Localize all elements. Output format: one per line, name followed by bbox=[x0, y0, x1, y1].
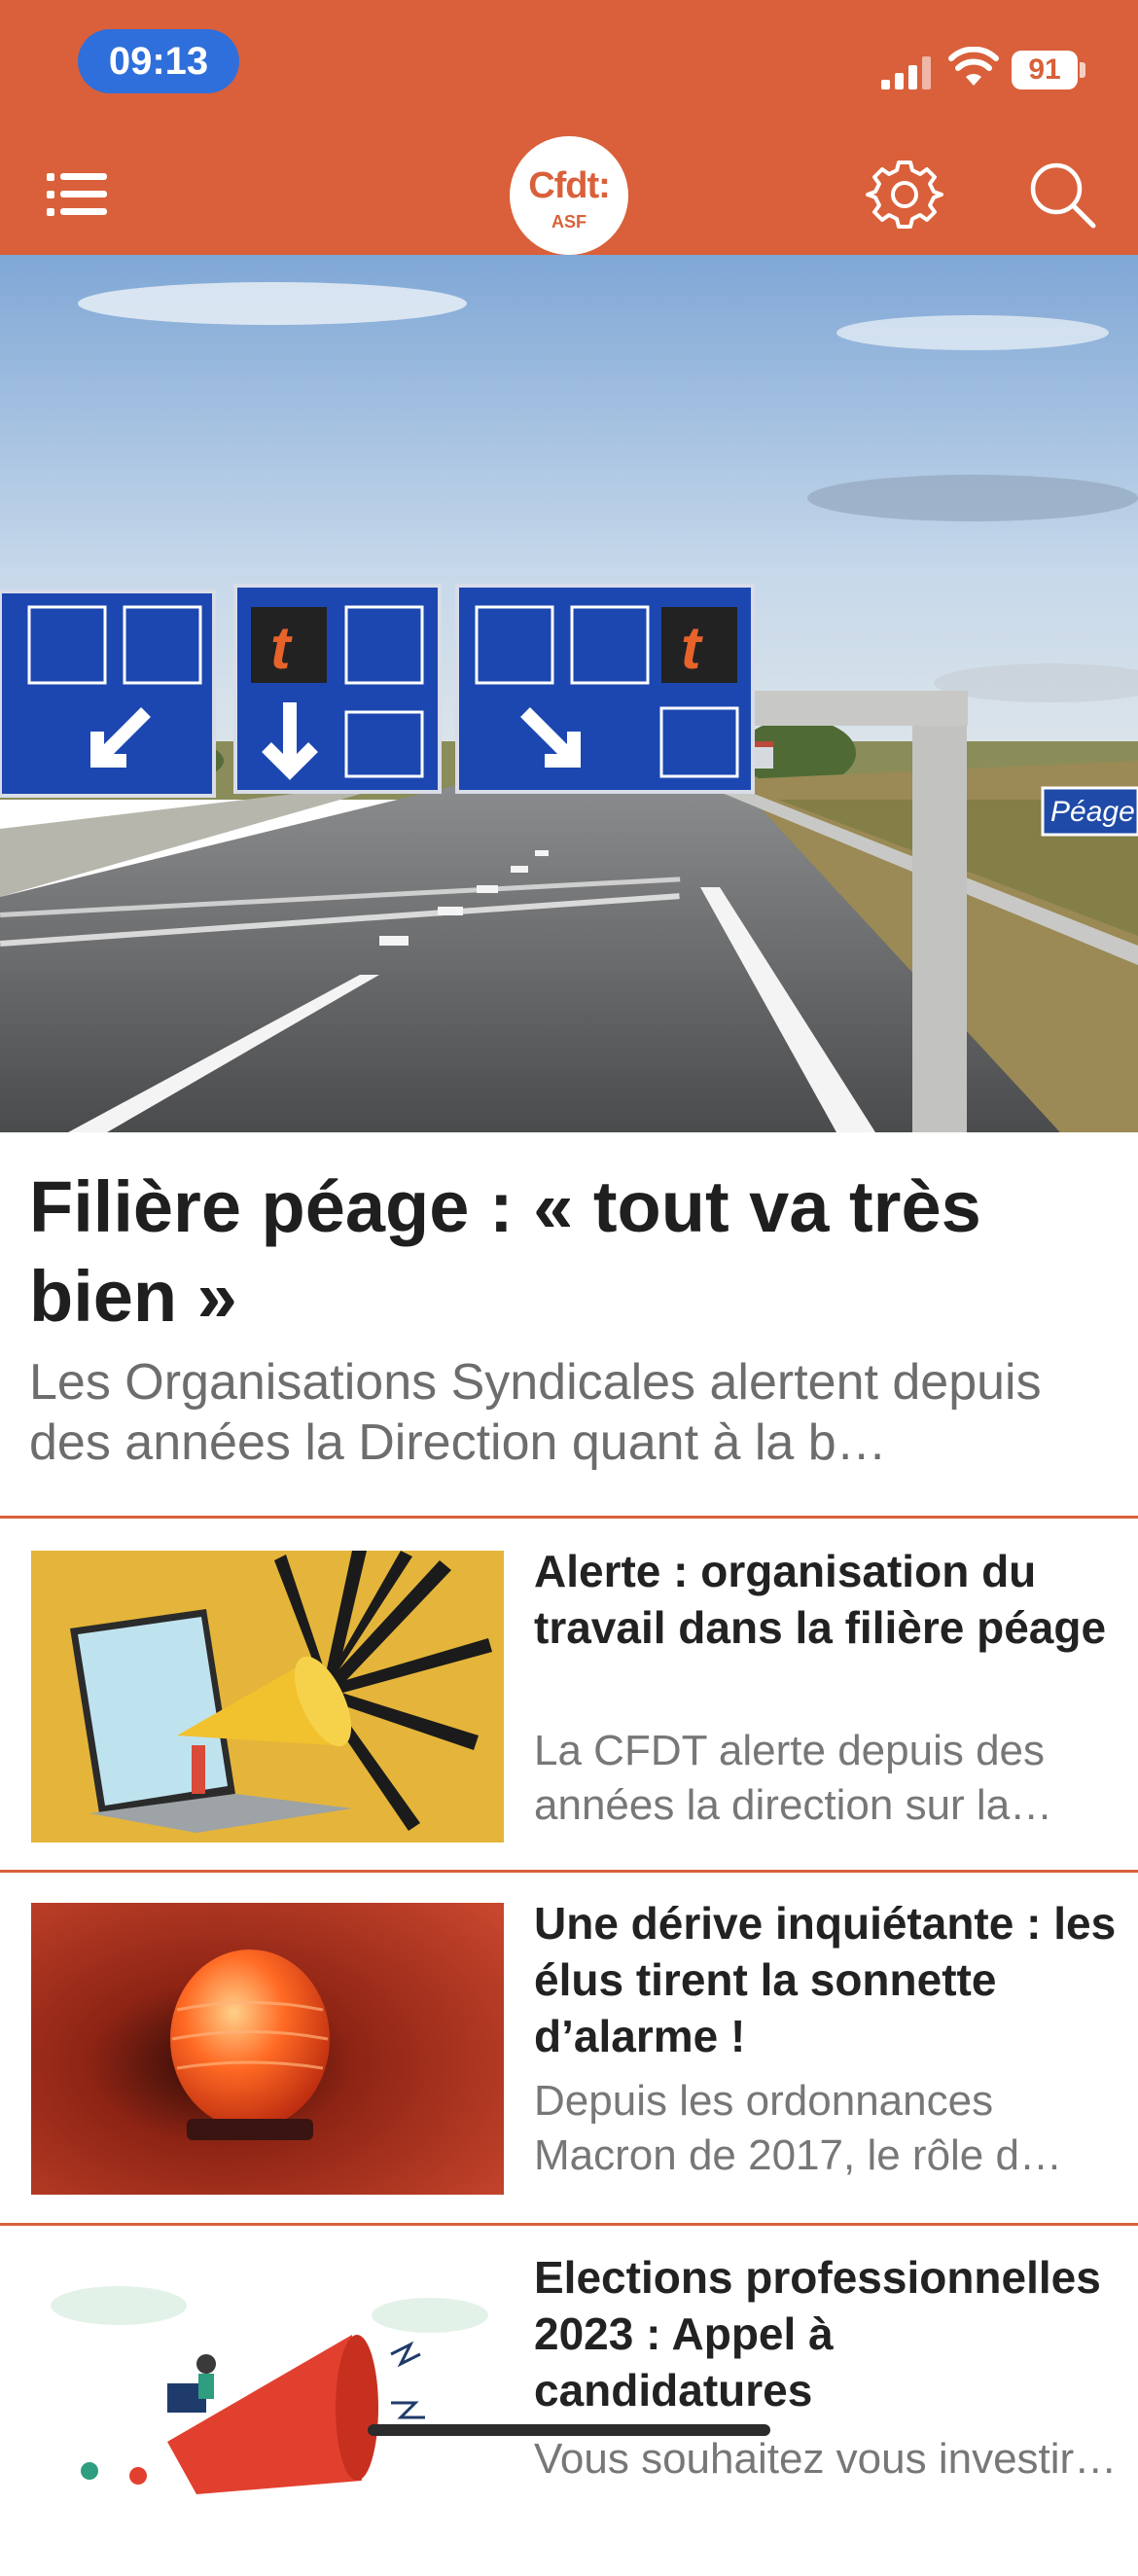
top-nav-bar: Cfdt: ASF bbox=[0, 136, 1138, 255]
logo-subtext: ASF bbox=[551, 212, 587, 232]
article-thumbnail bbox=[31, 2257, 504, 2494]
article-list-item[interactable]: Elections professionnelles 2023 : Appel … bbox=[0, 2226, 1138, 2576]
article-list-item[interactable]: Alerte : organisation du travail dans la… bbox=[0, 1520, 1138, 1870]
red-alarm-light-photo bbox=[31, 1903, 504, 2195]
highway-toll-gantry-photo: Péage t t bbox=[0, 255, 1138, 1132]
settings-gear-icon[interactable] bbox=[864, 154, 945, 235]
featured-article-summary[interactable]: Les Organisations Syndicales alertent de… bbox=[29, 1352, 1109, 1473]
article-summary: Vous souhaitez vous investir… bbox=[534, 2435, 1118, 2483]
megaphone-people-illustration bbox=[31, 2257, 504, 2494]
svg-text:t: t bbox=[270, 615, 293, 682]
overhead-signs: t t bbox=[0, 584, 755, 798]
featured-article-title[interactable]: Filière péage : « tout va très bien » bbox=[29, 1163, 1109, 1342]
battery-cap bbox=[1080, 62, 1085, 78]
article-thumbnail bbox=[31, 1903, 504, 2195]
article-title: Elections professionnelles 2023 : Appel … bbox=[534, 2252, 1101, 2415]
wifi-icon bbox=[948, 47, 999, 86]
peage-sign-text: Péage bbox=[1050, 796, 1135, 828]
battery-icon: 91 bbox=[1012, 51, 1078, 89]
search-icon[interactable] bbox=[1021, 154, 1103, 235]
article-title: Une dérive inquiétante : les élus tirent… bbox=[534, 1898, 1117, 2061]
home-indicator[interactable] bbox=[368, 2424, 770, 2436]
app-logo[interactable]: Cfdt: ASF bbox=[510, 136, 628, 255]
svg-text:t: t bbox=[681, 615, 703, 682]
status-bar: 09:13 91 bbox=[0, 0, 1138, 136]
divider bbox=[0, 1516, 1138, 1519]
article-title: Alerte : organisation du travail dans la… bbox=[534, 1546, 1107, 1653]
article-summary: Depuis les ordonnances Macron de 2017, l… bbox=[534, 2077, 1062, 2179]
menu-icon[interactable] bbox=[43, 165, 111, 224]
article-list-item[interactable]: Une dérive inquiétante : les élus tirent… bbox=[0, 1872, 1138, 2222]
article-thumbnail bbox=[31, 1551, 504, 1843]
logo-text: Cfdt: bbox=[528, 165, 611, 206]
article-summary: La CFDT alerte depuis des années la dire… bbox=[534, 1727, 1053, 1829]
featured-article-image[interactable]: Péage t t bbox=[0, 255, 1138, 1132]
cellular-signal-icon bbox=[881, 56, 931, 89]
status-time: 09:13 bbox=[78, 29, 239, 93]
megaphone-laptop-illustration bbox=[31, 1551, 504, 1843]
